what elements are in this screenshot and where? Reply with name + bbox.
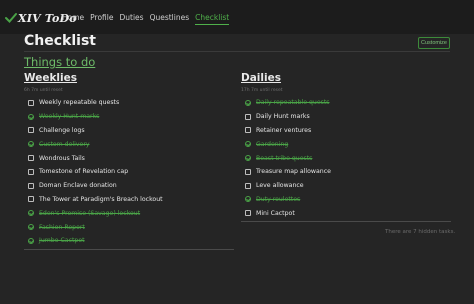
item-label: Jumbo Cactpot (39, 237, 85, 245)
list-item[interactable]: Mini Cactpot (241, 206, 451, 220)
weeklies-heading: Weeklies (24, 72, 78, 84)
checkbox[interactable] (245, 168, 251, 175)
weeklies-divider (24, 248, 234, 250)
checked-checkbox-icon[interactable] (245, 99, 251, 106)
navbar: XIV ToDo Home Profile Duties Questlines … (0, 0, 474, 34)
title-divider (24, 51, 450, 52)
checkbox[interactable] (245, 127, 251, 134)
checkbox[interactable] (28, 99, 34, 106)
checked-checkbox-icon[interactable] (28, 141, 34, 148)
dailies-reset-timer: 17h 7m until reset (241, 88, 283, 93)
nav-link-profile[interactable]: Profile (90, 13, 113, 25)
nav-link-home[interactable]: Home (62, 13, 84, 25)
list-item[interactable]: Doman Enclave donation (24, 179, 234, 193)
checkbox[interactable] (245, 210, 251, 217)
list-item[interactable]: Fashion Report (24, 220, 234, 234)
checkbox[interactable] (28, 182, 34, 189)
checkbox[interactable] (28, 155, 34, 162)
checked-checkbox-icon[interactable] (28, 113, 34, 120)
list-item[interactable]: Custom delivery (24, 137, 234, 151)
page-title: Checklist (24, 33, 96, 49)
list-item[interactable]: Tomestone of Revelation cap (24, 165, 234, 179)
checked-checkbox-icon[interactable] (245, 155, 251, 162)
list-item[interactable]: Beast tribe quests (241, 151, 451, 165)
nav-links: Home Profile Duties Questlines Checklist (62, 13, 230, 25)
item-label: Beast tribe quests (256, 154, 313, 162)
list-item[interactable]: Wondrous Tails (24, 151, 234, 165)
list-item[interactable]: The Tower at Paradigm's Breach lockout (24, 193, 234, 207)
item-label: Daily Hunt marks (256, 113, 310, 121)
list-item[interactable]: Treasure map allowance (241, 165, 451, 179)
checked-checkbox-icon[interactable] (28, 237, 34, 244)
section-title: Things to do (24, 55, 96, 69)
list-item[interactable]: Duty roulettes (241, 193, 451, 207)
item-label: Wondrous Tails (39, 154, 85, 162)
weeklies-reset-timer: 6h 7m until reset (24, 88, 63, 93)
item-label: Mini Cactpot (256, 209, 295, 217)
checked-checkbox-icon[interactable] (245, 141, 251, 148)
item-label: Tomestone of Revelation cap (39, 168, 129, 176)
list-item[interactable]: Jumbo Cactpot (24, 234, 234, 248)
item-label: Weekly Hunt marks (39, 113, 100, 121)
checked-checkbox-icon[interactable] (28, 210, 34, 217)
dailies-list: Daily repeatable quests Daily Hunt marks R… (241, 96, 451, 220)
checkbox[interactable] (28, 127, 34, 134)
weeklies-list: Weekly repeatable quests Weekly Hunt mark… (24, 96, 234, 248)
list-item[interactable]: Weekly repeatable quests (24, 96, 234, 110)
dailies-divider (241, 221, 451, 223)
checkbox[interactable] (28, 196, 34, 203)
item-label: Eden's Promise (Savage) lockout (39, 209, 141, 217)
item-label: Gardening (256, 140, 289, 148)
checked-checkbox-icon[interactable] (245, 196, 251, 203)
weeklies-column: Weeklies 6h 7m until reset Weekly repeat… (24, 72, 234, 250)
nav-link-checklist[interactable]: Checklist (195, 13, 230, 25)
item-label: Challenge logs (39, 126, 85, 134)
nav-link-duties[interactable]: Duties (119, 13, 143, 25)
list-item[interactable]: Challenge logs (24, 124, 234, 138)
item-label: Treasure map allowance (256, 168, 331, 176)
list-item[interactable]: Daily repeatable quests (241, 96, 451, 110)
list-item[interactable]: Eden's Promise (Savage) lockout (24, 206, 234, 220)
checkbox[interactable] (28, 168, 34, 175)
item-label: Retainer ventures (256, 126, 312, 134)
checkbox[interactable] (245, 182, 251, 189)
checked-checkbox-icon[interactable] (28, 224, 34, 231)
dailies-heading: Dailies (241, 72, 281, 84)
item-label: Custom delivery (39, 140, 90, 148)
item-label: Daily repeatable quests (256, 99, 330, 107)
item-label: Doman Enclave donation (39, 182, 117, 190)
hidden-tasks-note: There are 7 hidden tasks. (385, 229, 456, 235)
list-item[interactable]: Retainer ventures (241, 124, 451, 138)
item-label: The Tower at Paradigm's Breach lockout (39, 195, 163, 203)
list-item[interactable]: Weekly Hunt marks (24, 110, 234, 124)
list-item[interactable]: Gardening (241, 137, 451, 151)
customize-button[interactable]: Customize (418, 37, 450, 49)
nav-link-questlines[interactable]: Questlines (150, 13, 190, 25)
item-label: Leve allowance (256, 182, 304, 190)
item-label: Fashion Report (39, 223, 85, 231)
dailies-column: Dailies 17h 7m until reset Daily repeata… (241, 72, 451, 223)
checkmark-logo-icon (5, 13, 17, 23)
checkbox[interactable] (245, 113, 251, 120)
item-label: Duty roulettes (256, 195, 301, 203)
list-item[interactable]: Daily Hunt marks (241, 110, 451, 124)
list-item[interactable]: Leve allowance (241, 179, 451, 193)
item-label: Weekly repeatable quests (39, 99, 120, 107)
